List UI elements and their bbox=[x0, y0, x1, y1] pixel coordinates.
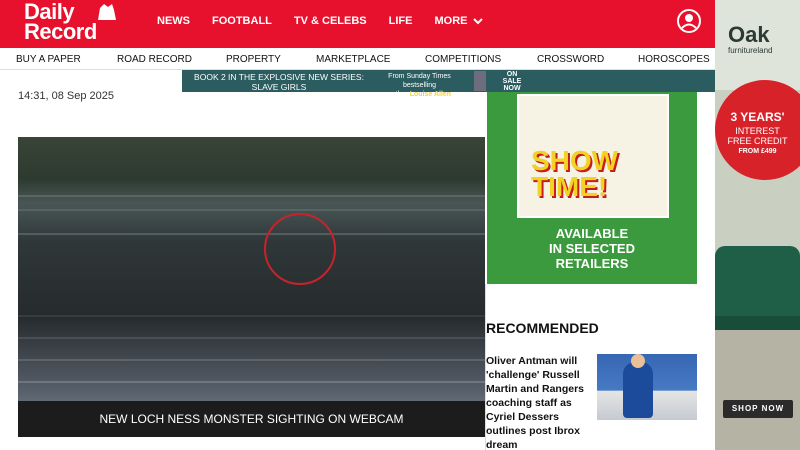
magazine-line-1: AVAILABLE bbox=[555, 226, 629, 241]
promo-line-2: SLAVE GIRLS bbox=[251, 82, 307, 92]
player-head bbox=[631, 354, 645, 368]
article-timestamp: 14:31, 08 Sep 2025 bbox=[18, 90, 115, 102]
nav-news[interactable]: NEWS bbox=[157, 15, 190, 27]
secondary-nav: BUY A PAPER ROAD RECORD PROPERTY MARKETP… bbox=[0, 48, 715, 70]
subnav-competitions[interactable]: COMPETITIONS bbox=[425, 54, 501, 65]
promo-author-name: Louise Allen bbox=[409, 91, 452, 98]
ad-floor bbox=[715, 330, 800, 450]
recommended-story-link[interactable]: Oliver Antman will 'challenge' Russell M… bbox=[486, 354, 592, 450]
offer-line-2: INTEREST FREE CREDIT bbox=[715, 126, 800, 146]
chevron-down-icon bbox=[473, 18, 484, 25]
magazine-line-2: IN SELECTED bbox=[549, 241, 635, 256]
book-cover-image bbox=[474, 71, 486, 91]
magazine-availability: AVAILABLE IN SELECTED RETAILERS bbox=[487, 226, 697, 271]
subnav-marketplace[interactable]: MARKETPLACE bbox=[316, 54, 390, 65]
offer-badge: 3 YEARS' INTEREST FREE CREDIT FROM £499 bbox=[715, 80, 800, 180]
logo-line-2: Record bbox=[24, 19, 97, 44]
subnav-road-record[interactable]: ROAD RECORD bbox=[117, 54, 192, 65]
offer-line-1: 3 YEARS' bbox=[730, 110, 785, 124]
page: Daily Record NEWS FOOTBALL TV & CELEBS L… bbox=[0, 0, 800, 450]
sighting-highlight-circle bbox=[264, 213, 336, 285]
player-figure bbox=[623, 362, 653, 418]
shop-now-button[interactable]: SHOP NOW bbox=[723, 400, 793, 418]
water-ripple bbox=[18, 209, 485, 211]
site-header: Daily Record NEWS FOOTBALL TV & CELEBS L… bbox=[0, 0, 715, 48]
subnav-horoscopes[interactable]: HOROSCOPES bbox=[638, 54, 710, 65]
promo-author-prefix: author bbox=[387, 91, 410, 98]
nav-life[interactable]: LIFE bbox=[389, 15, 413, 27]
ad-brand: Oak bbox=[728, 22, 770, 47]
promo-mid-line-1: From Sunday Times bestselling bbox=[388, 73, 451, 89]
nav-more[interactable]: MORE bbox=[434, 15, 484, 27]
magazine-ad[interactable]: SHOW TIME! AVAILABLE IN SELECTED RETAILE… bbox=[487, 92, 697, 284]
magazine-cover-text: SHOW TIME! bbox=[531, 145, 619, 202]
loch-ness-footage bbox=[18, 137, 485, 437]
promo-banner[interactable]: BOOK 2 IN THE EXPLOSIVE NEW SERIES: SLAV… bbox=[182, 70, 715, 98]
promo-mid-line-2: author Louise Allen bbox=[372, 90, 467, 99]
water-ripple bbox=[18, 381, 485, 383]
subnav-crossword[interactable]: CROSSWORD bbox=[537, 54, 604, 65]
magazine-cover: SHOW TIME! bbox=[517, 94, 669, 218]
nav-football[interactable]: FOOTBALL bbox=[212, 15, 272, 27]
promo-line-1: BOOK 2 IN THE EXPLOSIVE NEW SERIES: bbox=[194, 72, 364, 82]
video-caption: NEW LOCH NESS MONSTER SIGHTING ON WEBCAM bbox=[18, 401, 485, 437]
sofa-image bbox=[715, 246, 800, 316]
magazine-line-3: RETAILERS bbox=[555, 256, 629, 271]
main-nav: NEWS FOOTBALL TV & CELEBS LIFE MORE bbox=[157, 15, 484, 27]
video-player[interactable]: NEW LOCH NESS MONSTER SIGHTING ON WEBCAM bbox=[18, 137, 485, 437]
offer-line-2b: FREE CREDIT bbox=[727, 136, 788, 146]
water-ripple bbox=[18, 337, 485, 339]
water-ripple bbox=[18, 195, 485, 197]
ad-brand-sub: furnitureland bbox=[728, 46, 773, 55]
offer-line-3: FROM £499 bbox=[738, 148, 777, 155]
oak-furnitureland-ad[interactable]: Oak furnitureland 3 YEARS' INTEREST FREE… bbox=[715, 0, 800, 450]
lion-crest-icon bbox=[98, 4, 116, 20]
subnav-buy-a-paper[interactable]: BUY A PAPER bbox=[16, 54, 81, 65]
site-logo[interactable]: Daily Record bbox=[24, 1, 116, 44]
nav-more-label: MORE bbox=[434, 15, 468, 27]
water-ripple bbox=[18, 233, 485, 235]
nav-tv-celebs[interactable]: TV & CELEBS bbox=[294, 15, 367, 27]
promo-headline: BOOK 2 IN THE EXPLOSIVE NEW SERIES: SLAV… bbox=[194, 72, 364, 92]
account-icon[interactable] bbox=[676, 8, 702, 34]
recommended-story-image[interactable] bbox=[597, 354, 697, 420]
sofa-base bbox=[715, 316, 800, 330]
recommended-heading: RECOMMENDED bbox=[486, 320, 599, 336]
water-ripple bbox=[18, 359, 485, 361]
subnav-property[interactable]: PROPERTY bbox=[226, 54, 281, 65]
promo-on-sale: ON SALE NOW bbox=[502, 71, 522, 92]
water-ripple bbox=[18, 315, 485, 317]
promo-author: From Sunday Times bestselling author Lou… bbox=[372, 72, 467, 99]
offer-line-2a: INTEREST bbox=[735, 126, 780, 136]
